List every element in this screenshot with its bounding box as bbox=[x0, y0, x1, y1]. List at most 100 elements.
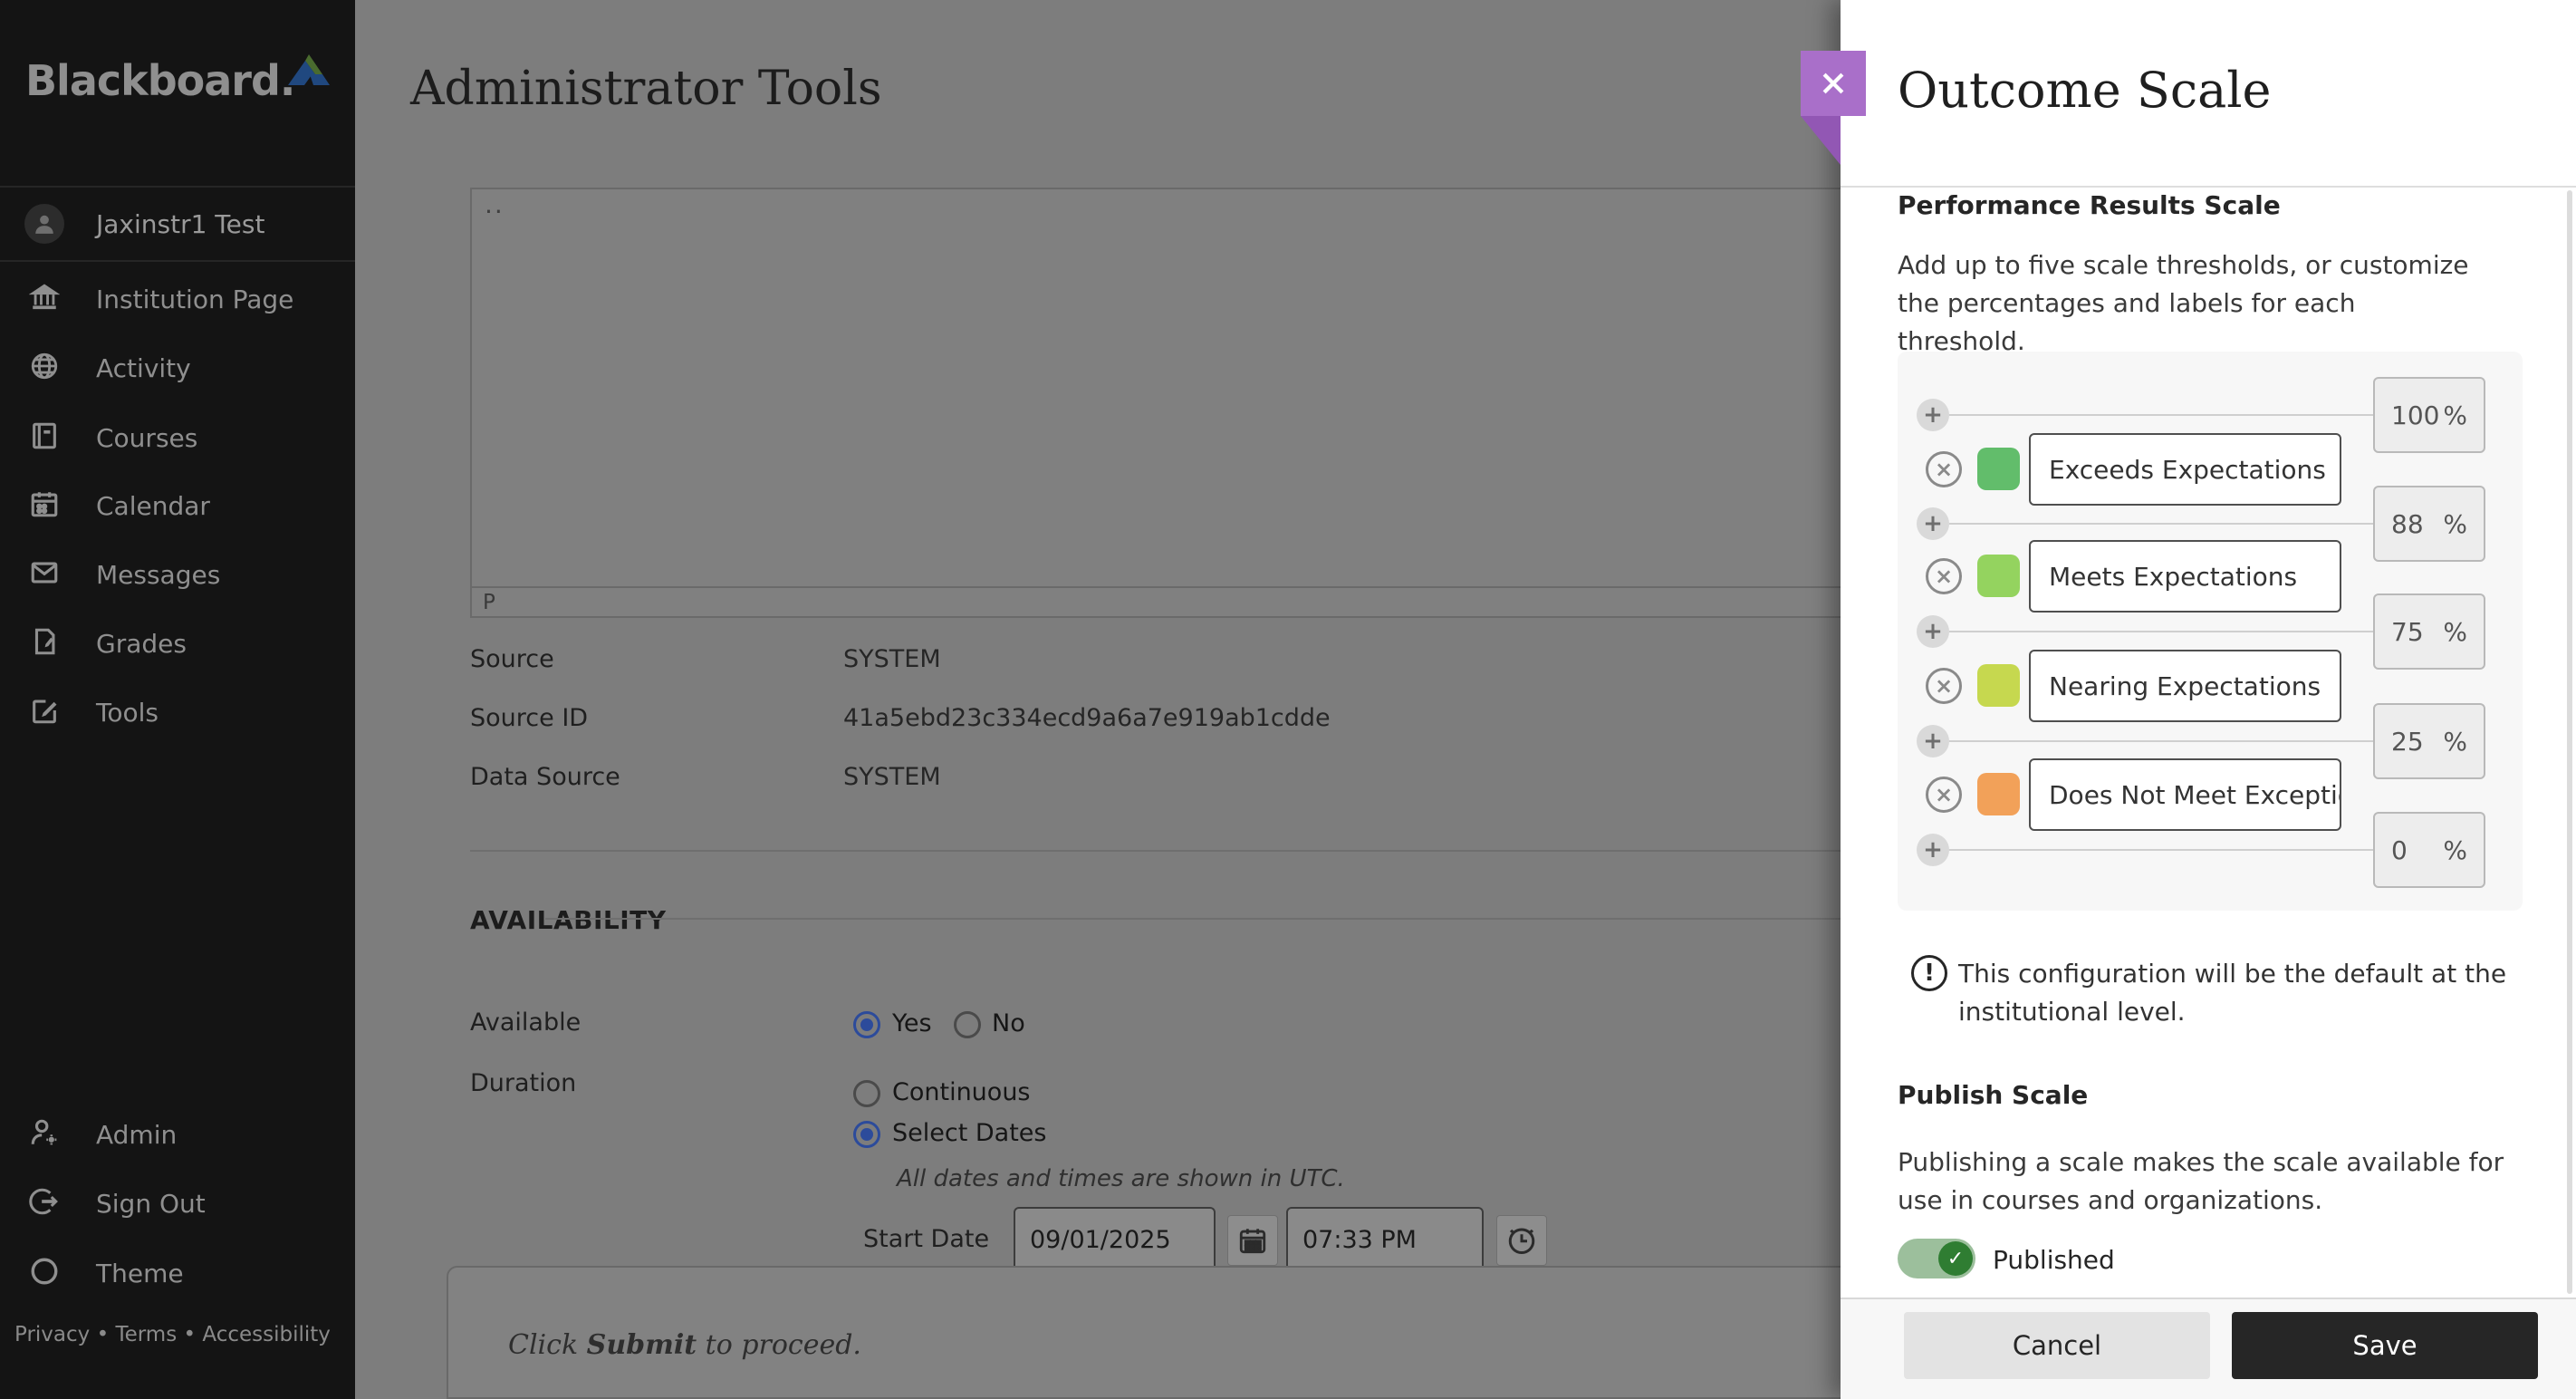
sidebar-item-label: Institution Page bbox=[96, 285, 293, 314]
threshold-line bbox=[1949, 414, 2373, 416]
tools-icon bbox=[26, 692, 62, 728]
divider bbox=[0, 260, 355, 262]
sidebar-item-label: Tools bbox=[96, 698, 159, 728]
cancel-button[interactable]: Cancel bbox=[1904, 1312, 2210, 1379]
scale-thresholds-card: + 100% × Exceeds Expectations + 88% × Me… bbox=[1898, 352, 2523, 911]
threshold-color-swatch[interactable] bbox=[1977, 773, 2020, 815]
close-button-fold bbox=[1801, 116, 1841, 165]
availability-heading-rule bbox=[545, 918, 2014, 920]
sidebar-item-admin[interactable]: Admin bbox=[0, 1098, 355, 1167]
start-time-input[interactable]: 07:33 PM bbox=[1286, 1207, 1484, 1272]
start-date-input[interactable]: 09/01/2025 bbox=[1014, 1207, 1216, 1272]
available-no-label[interactable]: No bbox=[992, 1009, 1025, 1037]
remove-threshold-button[interactable]: × bbox=[1926, 777, 1962, 813]
calendar-picker-button[interactable] bbox=[1227, 1215, 1278, 1266]
field-label-source: Source bbox=[470, 645, 554, 673]
scale-description: Add up to five scale thresholds, or cust… bbox=[1898, 246, 2486, 361]
section-divider bbox=[470, 850, 2014, 852]
threshold-color-swatch[interactable] bbox=[1977, 664, 2020, 707]
admin-gear-icon bbox=[26, 1114, 62, 1151]
published-toggle[interactable]: ✓ bbox=[1898, 1239, 1975, 1278]
blackboard-logo: Blackboard. bbox=[25, 56, 294, 105]
publish-description: Publishing a scale makes the scale avail… bbox=[1898, 1143, 2514, 1220]
percent-input[interactable]: 25% bbox=[2373, 703, 2485, 779]
percent-input[interactable]: 75% bbox=[2373, 593, 2485, 670]
remove-threshold-button[interactable]: × bbox=[1926, 668, 1962, 704]
percent-symbol: % bbox=[2443, 617, 2467, 647]
percent-input[interactable]: 100% bbox=[2373, 377, 2485, 453]
sidebar-item-grades[interactable]: Grades bbox=[0, 607, 355, 676]
sidebar-item-label: Activity bbox=[96, 353, 191, 383]
threshold-line bbox=[1949, 631, 2373, 632]
save-button[interactable]: Save bbox=[2232, 1312, 2538, 1379]
duration-label: Duration bbox=[470, 1069, 576, 1097]
percent-input[interactable]: 88% bbox=[2373, 486, 2485, 562]
hint-bold: Submit bbox=[587, 1329, 697, 1361]
duration-select-dates-radio[interactable] bbox=[853, 1121, 880, 1148]
available-yes-radio[interactable] bbox=[853, 1011, 880, 1038]
threshold-line bbox=[1949, 523, 2373, 525]
globe-icon bbox=[26, 348, 62, 384]
threshold-label-input[interactable]: Exceeds Expectations bbox=[2029, 433, 2341, 506]
available-label: Available bbox=[470, 1008, 581, 1037]
percent-symbol: % bbox=[2443, 835, 2467, 865]
sidebar-item-courses[interactable]: Courses bbox=[0, 401, 355, 470]
sidebar-item-label: Sign Out bbox=[96, 1189, 206, 1219]
outcome-scale-panel: Outcome Scale Performance Results Scale … bbox=[1841, 0, 2576, 1399]
add-threshold-button[interactable]: + bbox=[1917, 507, 1949, 540]
sidebar-item-label: Grades bbox=[96, 629, 187, 659]
threshold-label-input[interactable]: Does Not Meet Exception bbox=[2029, 758, 2341, 831]
sidebar-item-institution-page[interactable]: Institution Page bbox=[0, 263, 355, 332]
publish-scale-heading: Publish Scale bbox=[1898, 1080, 2088, 1110]
add-threshold-button[interactable]: + bbox=[1917, 615, 1949, 648]
editor-toolbar-text: .. bbox=[485, 189, 505, 219]
percent-value: 0 bbox=[2391, 835, 2408, 865]
blackboard-logo-arrow-icon bbox=[283, 54, 335, 94]
sidebar-item-label: Courses bbox=[96, 423, 197, 453]
remove-threshold-button[interactable]: × bbox=[1926, 451, 1962, 487]
threshold-label-input[interactable]: Nearing Expectations bbox=[2029, 650, 2341, 722]
duration-continuous-label[interactable]: Continuous bbox=[892, 1078, 1031, 1106]
sidebar-item-sign-out[interactable]: Sign Out bbox=[0, 1167, 355, 1236]
available-yes-label[interactable]: Yes bbox=[892, 1009, 932, 1037]
sidebar: Blackboard. Jaxinstr1 Test Institution P… bbox=[0, 0, 355, 1399]
toggle-check-icon: ✓ bbox=[1938, 1241, 1973, 1276]
sidebar-user[interactable]: Jaxinstr1 Test bbox=[0, 188, 355, 260]
panel-title: Outcome Scale bbox=[1898, 62, 2272, 119]
sign-out-icon bbox=[26, 1183, 62, 1220]
threshold-color-swatch[interactable] bbox=[1977, 555, 2020, 597]
hint-suffix: to proceed. bbox=[697, 1329, 861, 1361]
institution-icon bbox=[26, 279, 62, 315]
add-threshold-button[interactable]: + bbox=[1917, 725, 1949, 757]
threshold-line bbox=[1949, 849, 2373, 851]
sidebar-item-messages[interactable]: Messages bbox=[0, 538, 355, 607]
duration-select-dates-label[interactable]: Select Dates bbox=[892, 1119, 1046, 1147]
published-label: Published bbox=[1993, 1245, 2115, 1275]
add-threshold-button[interactable]: + bbox=[1917, 399, 1949, 431]
threshold-label-input[interactable]: Meets Expectations bbox=[2029, 540, 2341, 613]
add-threshold-button[interactable]: + bbox=[1917, 834, 1949, 866]
panel-scrollbar[interactable] bbox=[2567, 190, 2572, 1294]
sidebar-item-theme[interactable]: Theme bbox=[0, 1237, 355, 1306]
sidebar-item-label: Calendar bbox=[96, 491, 210, 521]
duration-continuous-radio[interactable] bbox=[853, 1080, 880, 1107]
clock-picker-button[interactable] bbox=[1496, 1215, 1547, 1266]
percent-value: 100 bbox=[2391, 400, 2439, 430]
available-no-radio[interactable] bbox=[954, 1011, 981, 1038]
performance-results-heading: Performance Results Scale bbox=[1898, 190, 2281, 220]
percent-input[interactable]: 0% bbox=[2373, 812, 2485, 888]
sidebar-item-calendar[interactable]: Calendar bbox=[0, 469, 355, 538]
percent-value: 88 bbox=[2391, 509, 2424, 539]
sidebar-footer-links[interactable]: Privacy • Terms • Accessibility bbox=[14, 1323, 331, 1346]
sidebar-item-activity[interactable]: Activity bbox=[0, 332, 355, 400]
rich-text-editor[interactable]: .. P bbox=[470, 188, 2014, 618]
field-value-source-id: 41a5ebd23c334ecd9a6a7e919ab1cdde bbox=[843, 704, 1331, 732]
sidebar-item-tools[interactable]: Tools bbox=[0, 676, 355, 745]
remove-threshold-button[interactable]: × bbox=[1926, 558, 1962, 594]
field-value-source: SYSTEM bbox=[843, 645, 941, 673]
close-panel-button[interactable] bbox=[1801, 51, 1866, 116]
sidebar-item-label: Admin bbox=[96, 1120, 177, 1150]
avatar bbox=[24, 204, 64, 244]
field-value-data-source: SYSTEM bbox=[843, 763, 941, 791]
threshold-color-swatch[interactable] bbox=[1977, 448, 2020, 490]
